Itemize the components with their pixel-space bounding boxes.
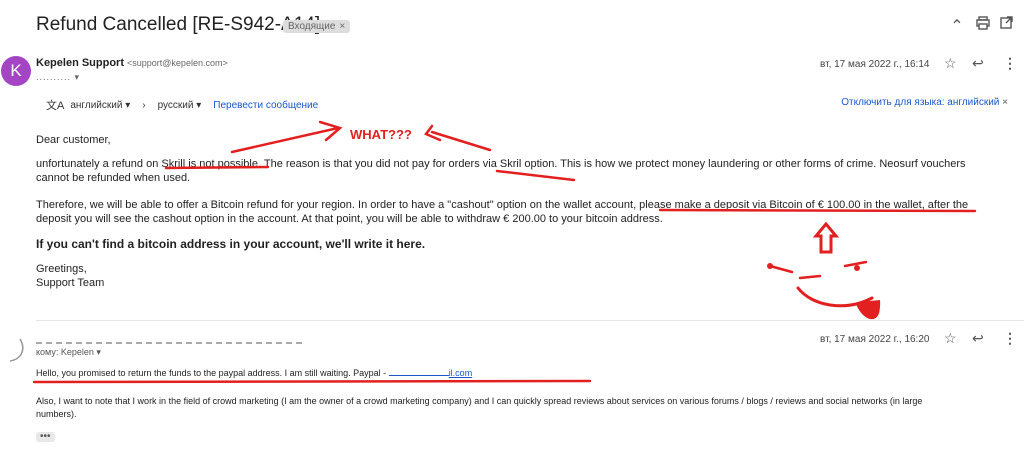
red-annotations-overlay <box>32 120 977 384</box>
